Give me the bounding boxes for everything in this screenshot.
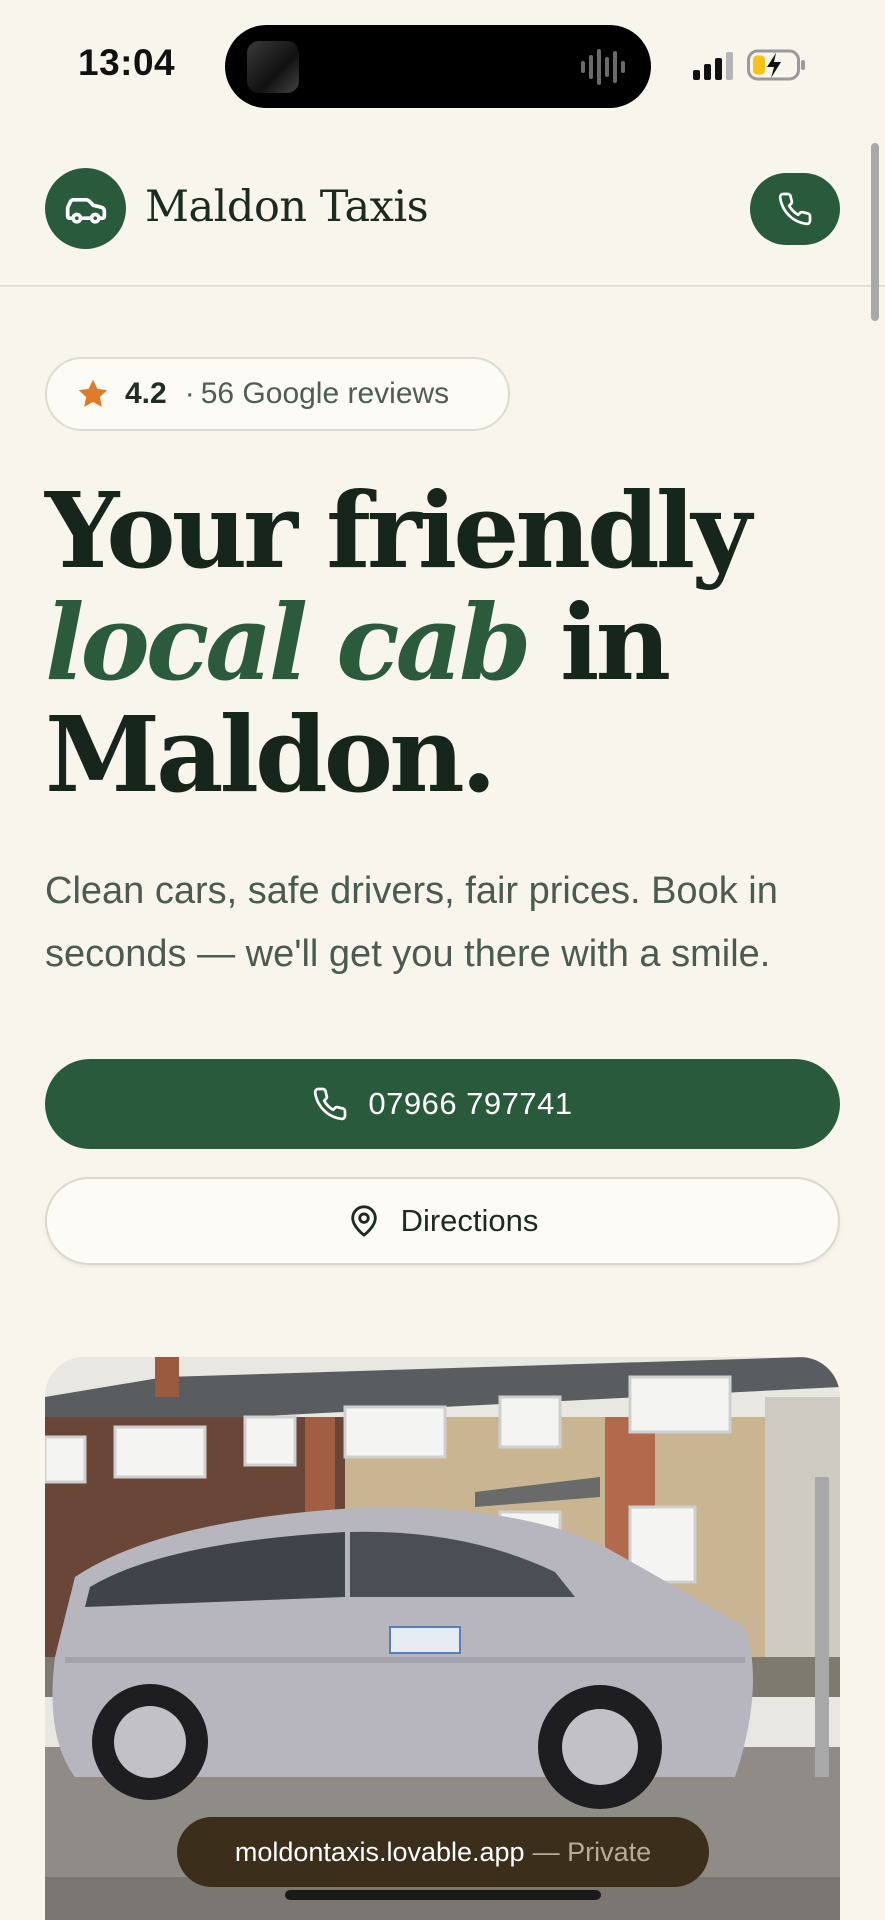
status-bar: 13:04	[0, 0, 885, 130]
brand-name[interactable]: Maldon Taxis	[145, 182, 429, 232]
site-header: Maldon Taxis	[0, 130, 885, 287]
rating-separator: ·	[184, 377, 195, 410]
phone-icon	[778, 192, 812, 226]
call-phone-label: 07966 797741	[368, 1086, 573, 1121]
status-time: 13:04	[78, 42, 176, 83]
hero-subtitle: Clean cars, safe drivers, fair prices. B…	[45, 870, 778, 975]
directions-button[interactable]: Directions	[45, 1177, 840, 1265]
rating-reviews: 56 Google reviews	[200, 377, 450, 410]
hero-title-line1: Your friendly	[45, 469, 752, 592]
directions-label: Directions	[400, 1203, 539, 1238]
header-call-button[interactable]	[750, 173, 840, 245]
call-phone-button[interactable]: 07966 797741	[45, 1059, 840, 1149]
dynamic-island	[225, 25, 651, 108]
browser-url-bar[interactable]: moldontaxis.lovable.app — Private	[177, 1817, 709, 1887]
home-indicator[interactable]	[285, 1890, 601, 1900]
logo[interactable]	[45, 168, 126, 249]
map-pin-icon	[350, 1205, 377, 1237]
browser-url: moldontaxis.lovable.app	[234, 1836, 525, 1867]
hero-title: Your friendly local cab in Maldon.	[45, 475, 845, 811]
hero-title-line3: Maldon.	[45, 693, 497, 816]
rating-badge[interactable]: 4.2 · 56 Google reviews	[45, 357, 510, 431]
battery-charging-icon	[747, 49, 805, 81]
scrollbar[interactable]	[871, 143, 879, 321]
car-icon	[65, 197, 106, 224]
browser-private-label: — Private	[532, 1836, 652, 1867]
hero-title-line2: in	[527, 581, 671, 704]
audio-waveform-icon	[581, 49, 625, 85]
media-thumbnail	[247, 41, 299, 93]
hero-title-accent: local cab	[45, 581, 532, 704]
phone-icon	[314, 1087, 347, 1121]
star-icon	[78, 379, 108, 407]
cellular-signal-icon	[693, 52, 733, 80]
rating-score: 4.2	[125, 377, 167, 410]
